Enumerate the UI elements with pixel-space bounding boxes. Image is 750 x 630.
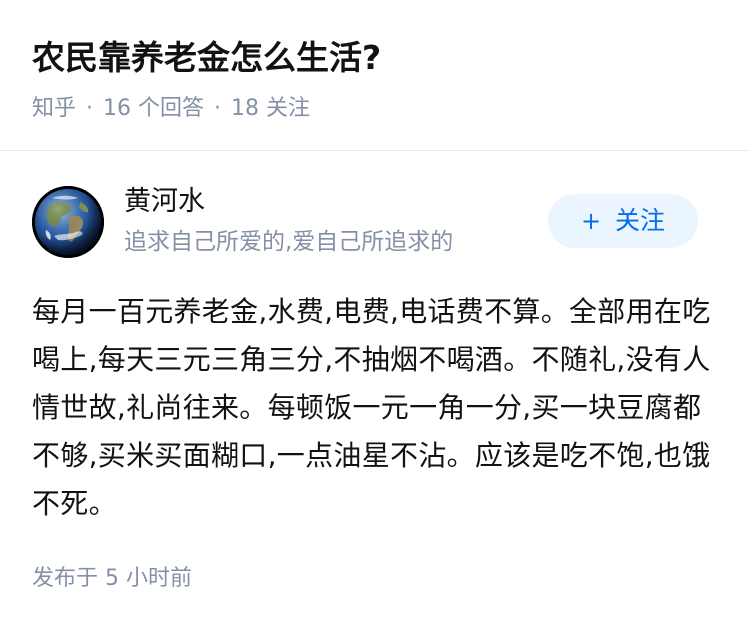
meta-separator: · bbox=[86, 96, 94, 121]
followers-label[interactable]: 关注 bbox=[266, 96, 310, 121]
answers-count[interactable]: 16 bbox=[103, 96, 131, 121]
answers-label[interactable]: 个回答 bbox=[138, 96, 204, 121]
earth-globe-icon bbox=[32, 186, 104, 258]
question-meta: 知乎 · 16 个回答 · 18 关注 bbox=[32, 94, 310, 124]
author-name[interactable]: 黄河水 bbox=[124, 184, 205, 220]
question-header: 农民靠养老金怎么生活? 知乎 · 16 个回答 · 18 关注 bbox=[0, 0, 750, 151]
author-bio: 追求自己所爱的,爱自己所追求的 bbox=[124, 229, 454, 255]
question-title[interactable]: 农民靠养老金怎么生活? bbox=[32, 36, 381, 80]
answer-content[interactable]: 每月一百元养老金,水费,电费,电话费不算。全部用在吃喝上,每天三元三角三分,不抽… bbox=[32, 288, 718, 528]
meta-separator: · bbox=[214, 96, 222, 121]
author-info: 黄河水 追求自己所爱的,爱自己所追求的 + 关注 bbox=[0, 180, 750, 264]
follow-button[interactable]: + 关注 bbox=[548, 194, 698, 248]
answer-published-time: 发布于 5 小时前 bbox=[32, 566, 192, 591]
follow-button-label: 关注 bbox=[615, 206, 666, 235]
followers-count[interactable]: 18 bbox=[231, 96, 259, 121]
source-label[interactable]: 知乎 bbox=[32, 96, 76, 121]
plus-icon: + bbox=[580, 207, 602, 235]
author-avatar[interactable] bbox=[32, 186, 104, 258]
